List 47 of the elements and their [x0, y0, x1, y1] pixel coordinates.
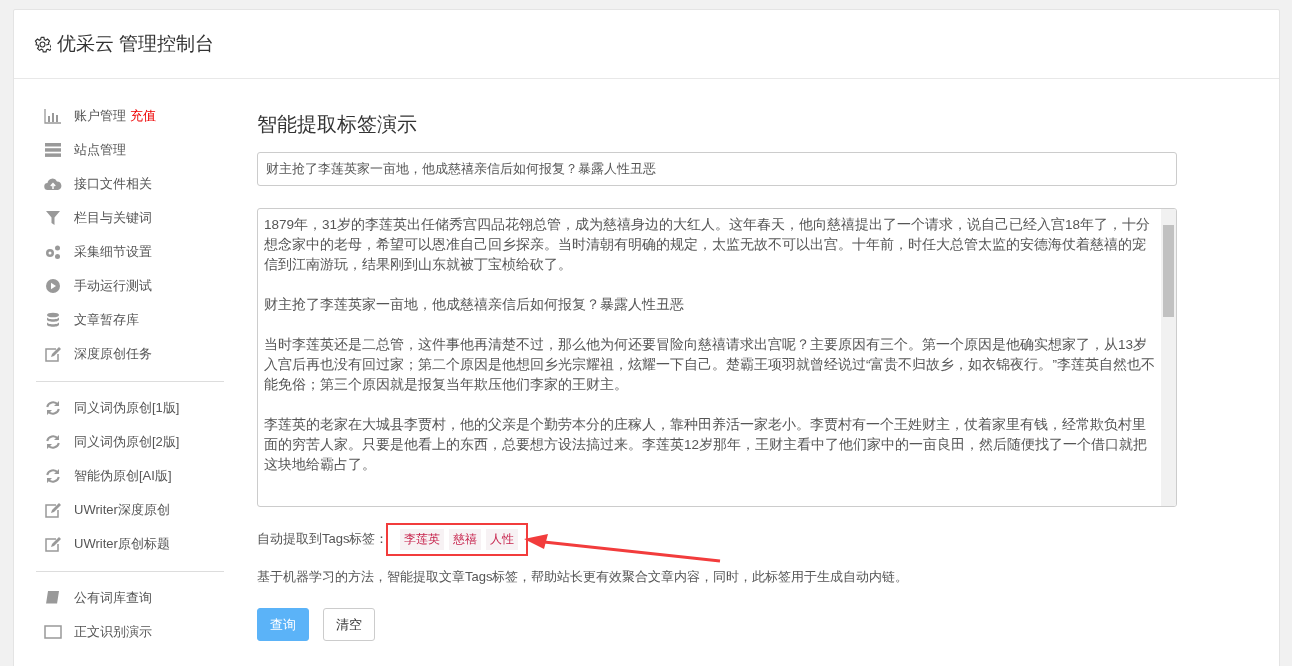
settings-icon	[34, 35, 51, 53]
sidebar-item[interactable]: 手动运行测试	[34, 269, 224, 303]
gears-icon	[44, 244, 62, 260]
book-icon	[44, 590, 62, 606]
sidebar-item[interactable]: 同义词伪原创[1版]	[34, 391, 224, 425]
sidebar-item[interactable]: 正文识别演示	[34, 615, 224, 649]
sidebar-item[interactable]: 文章暂存库	[34, 303, 224, 337]
edit-icon	[44, 502, 62, 518]
paragraph: 李莲英的老家在大城县李贾村，他的父亲是个勤劳本分的庄稼人，靠种田养活一家老小。李贾村有一个王姓财主，仗着家里有钱，经常欺负村里面的穷苦人家。只要是他看上的东西，总要想方设法搞过来。李莲英12岁那年，王财主看中了他们家中的一亩良田，然后随便找了一个借口就把这块地给霸占了。	[264, 416, 1149, 474]
edit-icon	[44, 346, 62, 362]
database-icon	[44, 312, 62, 328]
sidebar-item[interactable]: 采集细节设置	[34, 235, 224, 269]
sidebar-item[interactable]: 同义词伪原创[2版]	[34, 425, 224, 459]
sidebar-item[interactable]: 深度原创任务	[34, 337, 224, 371]
sidebar-item[interactable]: 站点管理	[34, 133, 224, 167]
content-text-area[interactable]	[257, 208, 1177, 507]
sidebar-item[interactable]: 公有词库查询	[34, 581, 224, 615]
sidebar-item[interactable]: UWriter原创标题	[34, 527, 224, 561]
section-title: 智能提取标签演示	[257, 112, 418, 137]
console-title: 优采云 管理控制台	[57, 32, 215, 56]
chart-icon	[44, 108, 62, 124]
refresh-icon	[44, 400, 62, 416]
sidebar-item[interactable]: 接口文件相关	[34, 167, 224, 201]
sidebar-item[interactable]: 栏目与关键词	[34, 201, 224, 235]
window-icon	[44, 624, 62, 640]
sidebar-item[interactable]: 账户管理 充值	[34, 99, 224, 133]
paragraph: 财主抢了李莲英家一亩地，他成慈禧亲信后如何报复？暴露人性丑恶	[264, 296, 685, 314]
sidebar-item[interactable]: UWriter深度原创	[34, 493, 224, 527]
sidebar-item[interactable]: 智能伪原创[AI版]	[34, 459, 224, 493]
tags-label: 自动提取到Tags标签：	[257, 530, 389, 548]
title-input-field[interactable]: 财主抢了李莲英家一亩地，他成慈禧亲信后如何报复？暴露人性丑恶	[257, 152, 1177, 186]
upload-icon	[44, 176, 62, 192]
filter-icon	[44, 210, 62, 226]
paragraph: 1879年，31岁的李莲英出任储秀宫四品花翎总管，成为慈禧身边的大红人。这年春天，他向慈禧提出了一个请求，说自己已经入宫18年了，十分想念家中的老母，希望可以恩准自己回乡探亲。当时清朝有明确的规定，太监无故不可以出宫。十年前，时任大总管太监的安德海仗着慈禧的宠信到江南游玩，结果刚到山东就被丁宝桢给砍了。	[264, 216, 1152, 274]
scrollbar[interactable]	[1161, 209, 1176, 506]
clear-button[interactable]: 清空	[323, 608, 375, 641]
edit-icon	[44, 536, 62, 552]
tag: 人性	[486, 528, 519, 550]
refresh-icon	[44, 468, 62, 484]
tag: 慈禧	[449, 528, 482, 550]
description-text: 基于机器学习的方法，智能提取文章Tags标签，帮助站长更有效聚合文章内容，同时，此标签用于生成自动内链。	[257, 568, 910, 586]
play-icon	[44, 278, 62, 294]
refresh-icon	[44, 434, 62, 450]
paragraph: 当时李莲英还是二总管，这件事他再清楚不过，那么他为何还要冒险向慈禧请求出宫呢？主要原因有三个。第一个原因是他确实想家了，从13岁入宫后再也没有回过家；第二个原因是他想回乡光宗耀祖，炫耀一下自己。楚霸王项羽就曾经说过“富贵不归故乡，如衣锦夜行。”李莲英自然也不能免俗；第三个原因就是报复当年欺压他们李家的王财主。	[264, 336, 1155, 394]
recharge-link[interactable]: 充值	[130, 107, 156, 125]
server-icon	[44, 142, 62, 158]
tag: 李莲英	[400, 528, 445, 550]
